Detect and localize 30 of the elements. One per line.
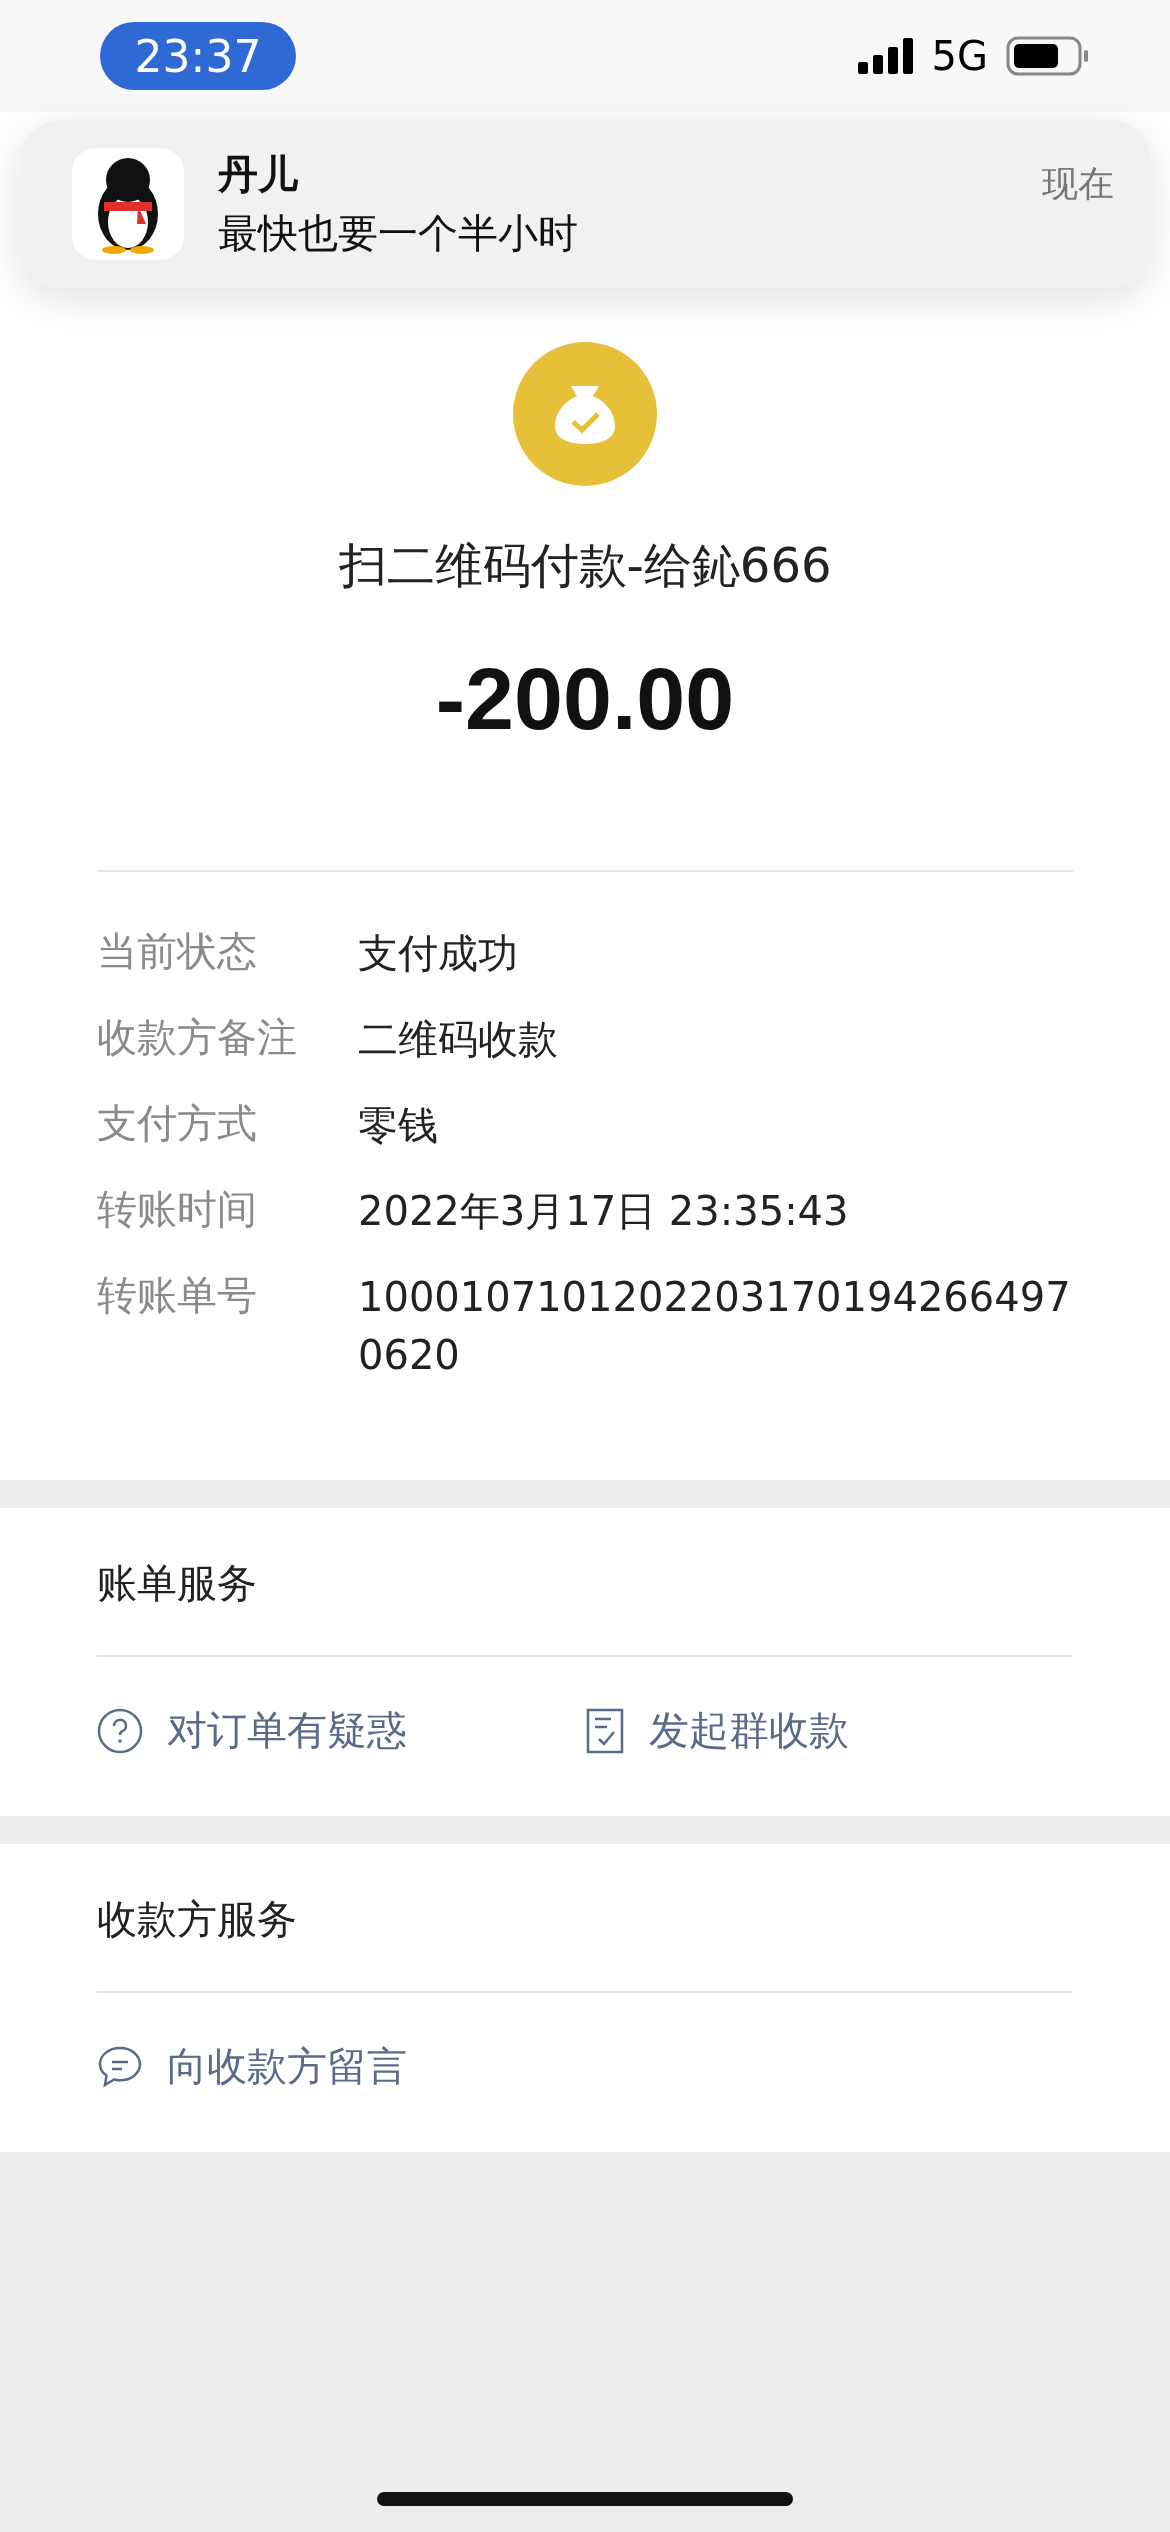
network-label: 5G xyxy=(931,33,988,79)
status-time: 23:37 xyxy=(100,22,296,90)
battery-icon xyxy=(1006,36,1090,76)
detail-value: 10001071012022031701942664970620 xyxy=(358,1273,1072,1380)
service-link[interactable]: 向收款方留言 xyxy=(97,2039,620,2094)
payment-title: 扫二维码付款-给鈊666 xyxy=(338,536,832,595)
chat-icon xyxy=(97,2044,143,2089)
detail-label: 转账时间 xyxy=(97,1185,258,1234)
detail-label: 当前状态 xyxy=(97,927,258,976)
detail-label: 支付方式 xyxy=(97,1099,258,1148)
checklist-icon xyxy=(585,1706,625,1755)
signal-icon xyxy=(857,38,914,74)
detail-value: 二维码收款 xyxy=(358,1015,559,1064)
detail-label: 转账单号 xyxy=(97,1271,258,1320)
question-icon xyxy=(97,1707,143,1754)
notification-sender: 丹儿 xyxy=(218,150,299,199)
detail-value: 支付成功 xyxy=(358,929,519,978)
app-icon xyxy=(72,148,184,260)
detail-label: 收款方备注 xyxy=(97,1013,298,1062)
notification-message: 最快也要一个半小时 xyxy=(218,209,579,258)
notification-time: 现在 xyxy=(1042,162,1114,206)
money-bag-icon xyxy=(513,342,657,486)
notification-banner[interactable]: 丹儿 最快也要一个半小时 现在 xyxy=(20,120,1150,288)
section-title: 收款方服务 xyxy=(96,1895,298,1944)
section-title: 账单服务 xyxy=(96,1559,258,1608)
service-link[interactable]: 对订单有疑惑 xyxy=(97,1703,585,1758)
detail-value: 2022年3月17日 23:35:43 xyxy=(358,1187,850,1236)
detail-value: 零钱 xyxy=(358,1101,439,1150)
service-link[interactable]: 发起群收款 xyxy=(585,1703,1073,1758)
payment-amount: -200.00 xyxy=(435,648,735,750)
